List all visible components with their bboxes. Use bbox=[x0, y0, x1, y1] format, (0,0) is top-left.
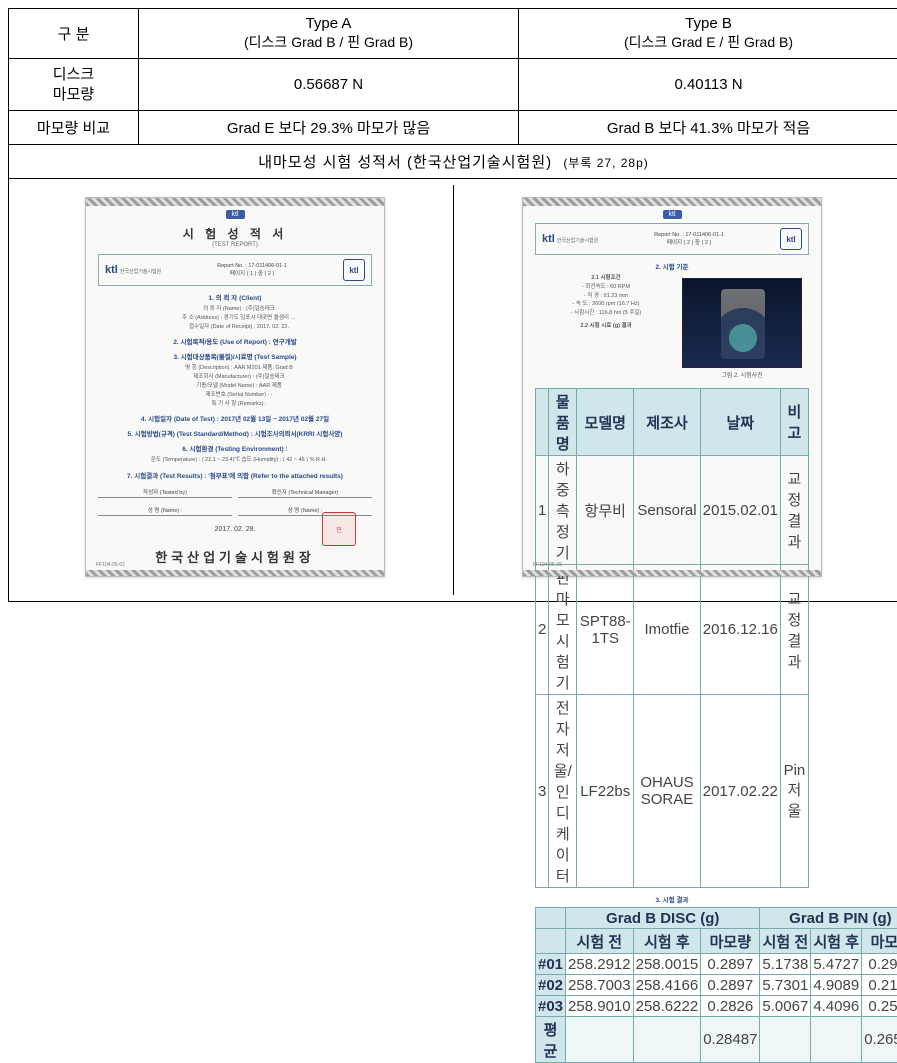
sig-author-label: 작성자 (Tested by) bbox=[98, 488, 232, 498]
test-report-page-2: ktl ktl한국산업기술시험원 Report No. : 17-011406-… bbox=[522, 197, 822, 577]
ktl-logo-icon: ktl한국산업기술시험원 bbox=[105, 264, 161, 276]
table-row: 3전자저울/인디케이터LF22bsOHAUS SORAE2017.02.22Pi… bbox=[536, 695, 809, 888]
table-row: 2핀마모 시험기SPT88-1TSImotfie2016.12.16교정결과 bbox=[536, 565, 809, 695]
ktl-badge-icon: ktl bbox=[343, 259, 365, 281]
issuing-org: 한국산업기술시험원장 bbox=[98, 547, 372, 566]
cond-line: - 속 도 : 2600 rpm (16.7 Hz) bbox=[535, 300, 669, 309]
doc-top-border bbox=[86, 198, 384, 206]
report-title-suffix: (부록 27, 28p) bbox=[563, 156, 648, 170]
report-title-main: 내마모성 시험 성적서 (한국산업기술시험원) bbox=[258, 154, 552, 171]
disc-wear-row: 디스크 마모량 0.56687 N 0.40113 N bbox=[9, 59, 897, 111]
section-heading: 6. 시험환경 (Testing Environment) : bbox=[98, 443, 372, 453]
table-row: #02258.7003258.41660.28975.73014.90890.2… bbox=[536, 975, 897, 996]
signature-row: 작성자 (Tested by) 확인자 (Technical Manager) bbox=[98, 488, 372, 498]
report-title-ko: 시 험 성 적 서 bbox=[98, 225, 372, 242]
header-type-a: Type A (디스크 Grad B / 핀 Grad B) bbox=[139, 9, 519, 59]
result-heading: 3. 시험 결과 bbox=[535, 894, 809, 904]
compare-type-b: Grad B 보다 41.3% 마모가 적음 bbox=[519, 111, 897, 145]
report-meta: Report No. : 17-011406-01-1 페이지 ( 2 ) 중 … bbox=[654, 232, 724, 246]
report-title-en: (TEST REPORT) bbox=[98, 242, 372, 248]
wear-test-table: 구 분 Type A (디스크 Grad B / 핀 Grad B) Type … bbox=[8, 8, 897, 602]
header-category: 구 분 bbox=[9, 9, 139, 59]
ktl-logo-icon: ktl한국산업기술시험원 bbox=[542, 233, 598, 245]
cond-line: - 시험시간 : 116.8 hrs (5 주일) bbox=[535, 309, 669, 318]
foot-code: FF104-05-05 bbox=[533, 562, 562, 568]
foot-code: FF104-05-02 bbox=[96, 562, 125, 568]
ktl-header-row: ktl한국산업기술시험원 Report No. : 17-011406-01-1… bbox=[535, 223, 809, 255]
type-b-title: Type B bbox=[527, 15, 890, 32]
sig-author-value: 성 명 (Name) : bbox=[98, 506, 232, 516]
report-meta: Report No. : 17-011406-01-1 페이지 ( 1 ) 중 … bbox=[217, 263, 287, 277]
disc-wear-type-a: 0.56687 N bbox=[139, 59, 519, 111]
cond-line: - 직 경 : 91.23 mm bbox=[535, 292, 669, 301]
cond2-sub: 2.2 시험 시료 (g) 결과 bbox=[535, 322, 669, 331]
cond-line: - 회전속도 : 60 RPM bbox=[535, 283, 669, 292]
report-title-row: 내마모성 시험 성적서 (한국산업기술시험원) (부록 27, 28p) bbox=[9, 145, 897, 179]
disc-wear-label-2: 마모량 bbox=[17, 85, 130, 105]
test-report-page-1: ktl 시 험 성 적 서 (TEST REPORT) ktl한국산업기술시험원… bbox=[85, 197, 385, 577]
section-line: 제조번호 (Serial Number) : - bbox=[98, 391, 372, 400]
section-heading: 2. 시험목적/용도 (Use of Report) : 연구개발 bbox=[98, 336, 372, 346]
doc-bottom-border bbox=[86, 570, 384, 576]
section-line: 기종/모델 (Model Name) : AAR 제품 bbox=[98, 382, 372, 391]
ktl-tag-icon: ktl bbox=[226, 210, 245, 219]
disc-wear-label-1: 디스크 bbox=[17, 65, 130, 85]
compare-row: 마모량 비교 Grad E 보다 29.3% 마모가 많음 Grad B 보다 … bbox=[9, 111, 897, 145]
section-line: 주 소 (Address) : 경기도 김포시 대곶면 율생리 … bbox=[98, 314, 372, 323]
section-line: 명 칭 (Description) : AAR M201 제품, Grad B bbox=[98, 364, 372, 373]
cond-sub: 2.1 시험조건 bbox=[535, 274, 669, 283]
doc-top-border bbox=[523, 198, 821, 206]
report-title-cell: 내마모성 시험 성적서 (한국산업기술시험원) (부록 27, 28p) bbox=[9, 145, 897, 179]
section-heading: 7. 시험결과 (Test Results) : '첨부표'에 의함 (Refe… bbox=[98, 470, 372, 480]
type-a-title: Type A bbox=[147, 15, 510, 32]
reports-cell: ktl 시 험 성 적 서 (TEST REPORT) ktl한국산업기술시험원… bbox=[9, 179, 897, 602]
result-table: Grad B DISC (g)Grad B PIN (g)Grad E PIN … bbox=[535, 907, 897, 1063]
section-line: 특 기 사 항 (Remarks) : bbox=[98, 400, 372, 409]
ktl-header-row: ktl한국산업기술시험원 Report No. : 17-011406-01-1… bbox=[98, 254, 372, 286]
avg-row: 평균0.284870.265871.6453 bbox=[536, 1017, 897, 1063]
compare-type-a: Grad E 보다 29.3% 마모가 많음 bbox=[139, 111, 519, 145]
test-photo bbox=[682, 278, 802, 368]
disc-wear-type-b: 0.40113 N bbox=[519, 59, 897, 111]
compare-label: 마모량 비교 bbox=[9, 111, 139, 145]
cond-heading: 2. 시험 기준 bbox=[535, 261, 809, 271]
section-heading: 5. 시험방법(규격) (Test Standard/Method) : 시험조… bbox=[98, 428, 372, 438]
table-row: #01258.2912258.00150.28975.17385.47270.2… bbox=[536, 954, 897, 975]
table-row: #03258.9010258.62220.28265.00674.40960.2… bbox=[536, 996, 897, 1017]
section-line: 의 뢰 자 (Name) : (주)일승테크 bbox=[98, 305, 372, 314]
disc-wear-label: 디스크 마모량 bbox=[9, 59, 139, 111]
reports-row: ktl 시 험 성 적 서 (TEST REPORT) ktl한국산업기술시험원… bbox=[9, 179, 897, 602]
sig-manager-label: 확인자 (Technical Manager) bbox=[238, 488, 372, 498]
ktl-tag-icon: ktl bbox=[663, 210, 682, 219]
section-heading: 1. 의 뢰 자 (Client) bbox=[98, 292, 372, 302]
header-type-b: Type B (디스크 Grad E / 핀 Grad B) bbox=[519, 9, 897, 59]
type-b-subtitle: (디스크 Grad E / 핀 Grad B) bbox=[527, 32, 890, 52]
section-line: 제조회사 (Manufacturer) : (주)일승테크 bbox=[98, 373, 372, 382]
section-heading: 4. 시험일자 (Date of Test) : 2017년 02월 13일 ~… bbox=[98, 413, 372, 423]
report-left-container: ktl 시 험 성 적 서 (TEST REPORT) ktl한국산업기술시험원… bbox=[17, 185, 453, 595]
section-heading: 3. 시험대상품목(물질)/시료명 (Test Sample) bbox=[98, 351, 372, 361]
section-line: 온도 (Temperature) : ( 22.1 ~ 23.4)℃ 습도 (H… bbox=[98, 456, 372, 465]
ktl-badge-icon: ktl bbox=[780, 228, 802, 250]
photo-caption: 그림 2. 시험사진 bbox=[675, 370, 809, 379]
official-stamp-icon: 인 bbox=[322, 512, 356, 546]
type-a-subtitle: (디스크 Grad B / 핀 Grad B) bbox=[147, 32, 510, 52]
section-line: 접수일자 (Date of Receipt) : 2017. 02. 22. bbox=[98, 323, 372, 332]
report-right-container: ktl ktl한국산업기술시험원 Report No. : 17-011406-… bbox=[453, 185, 890, 595]
doc-bottom-border bbox=[523, 570, 821, 576]
header-row: 구 분 Type A (디스크 Grad B / 핀 Grad B) Type … bbox=[9, 9, 897, 59]
equipment-table: 물품명모델명제조사날짜비고1하중측정기항무비Sensoral2015.02.01… bbox=[535, 388, 809, 888]
table-row: 1하중측정기항무비Sensoral2015.02.01교정결과 bbox=[536, 456, 809, 565]
